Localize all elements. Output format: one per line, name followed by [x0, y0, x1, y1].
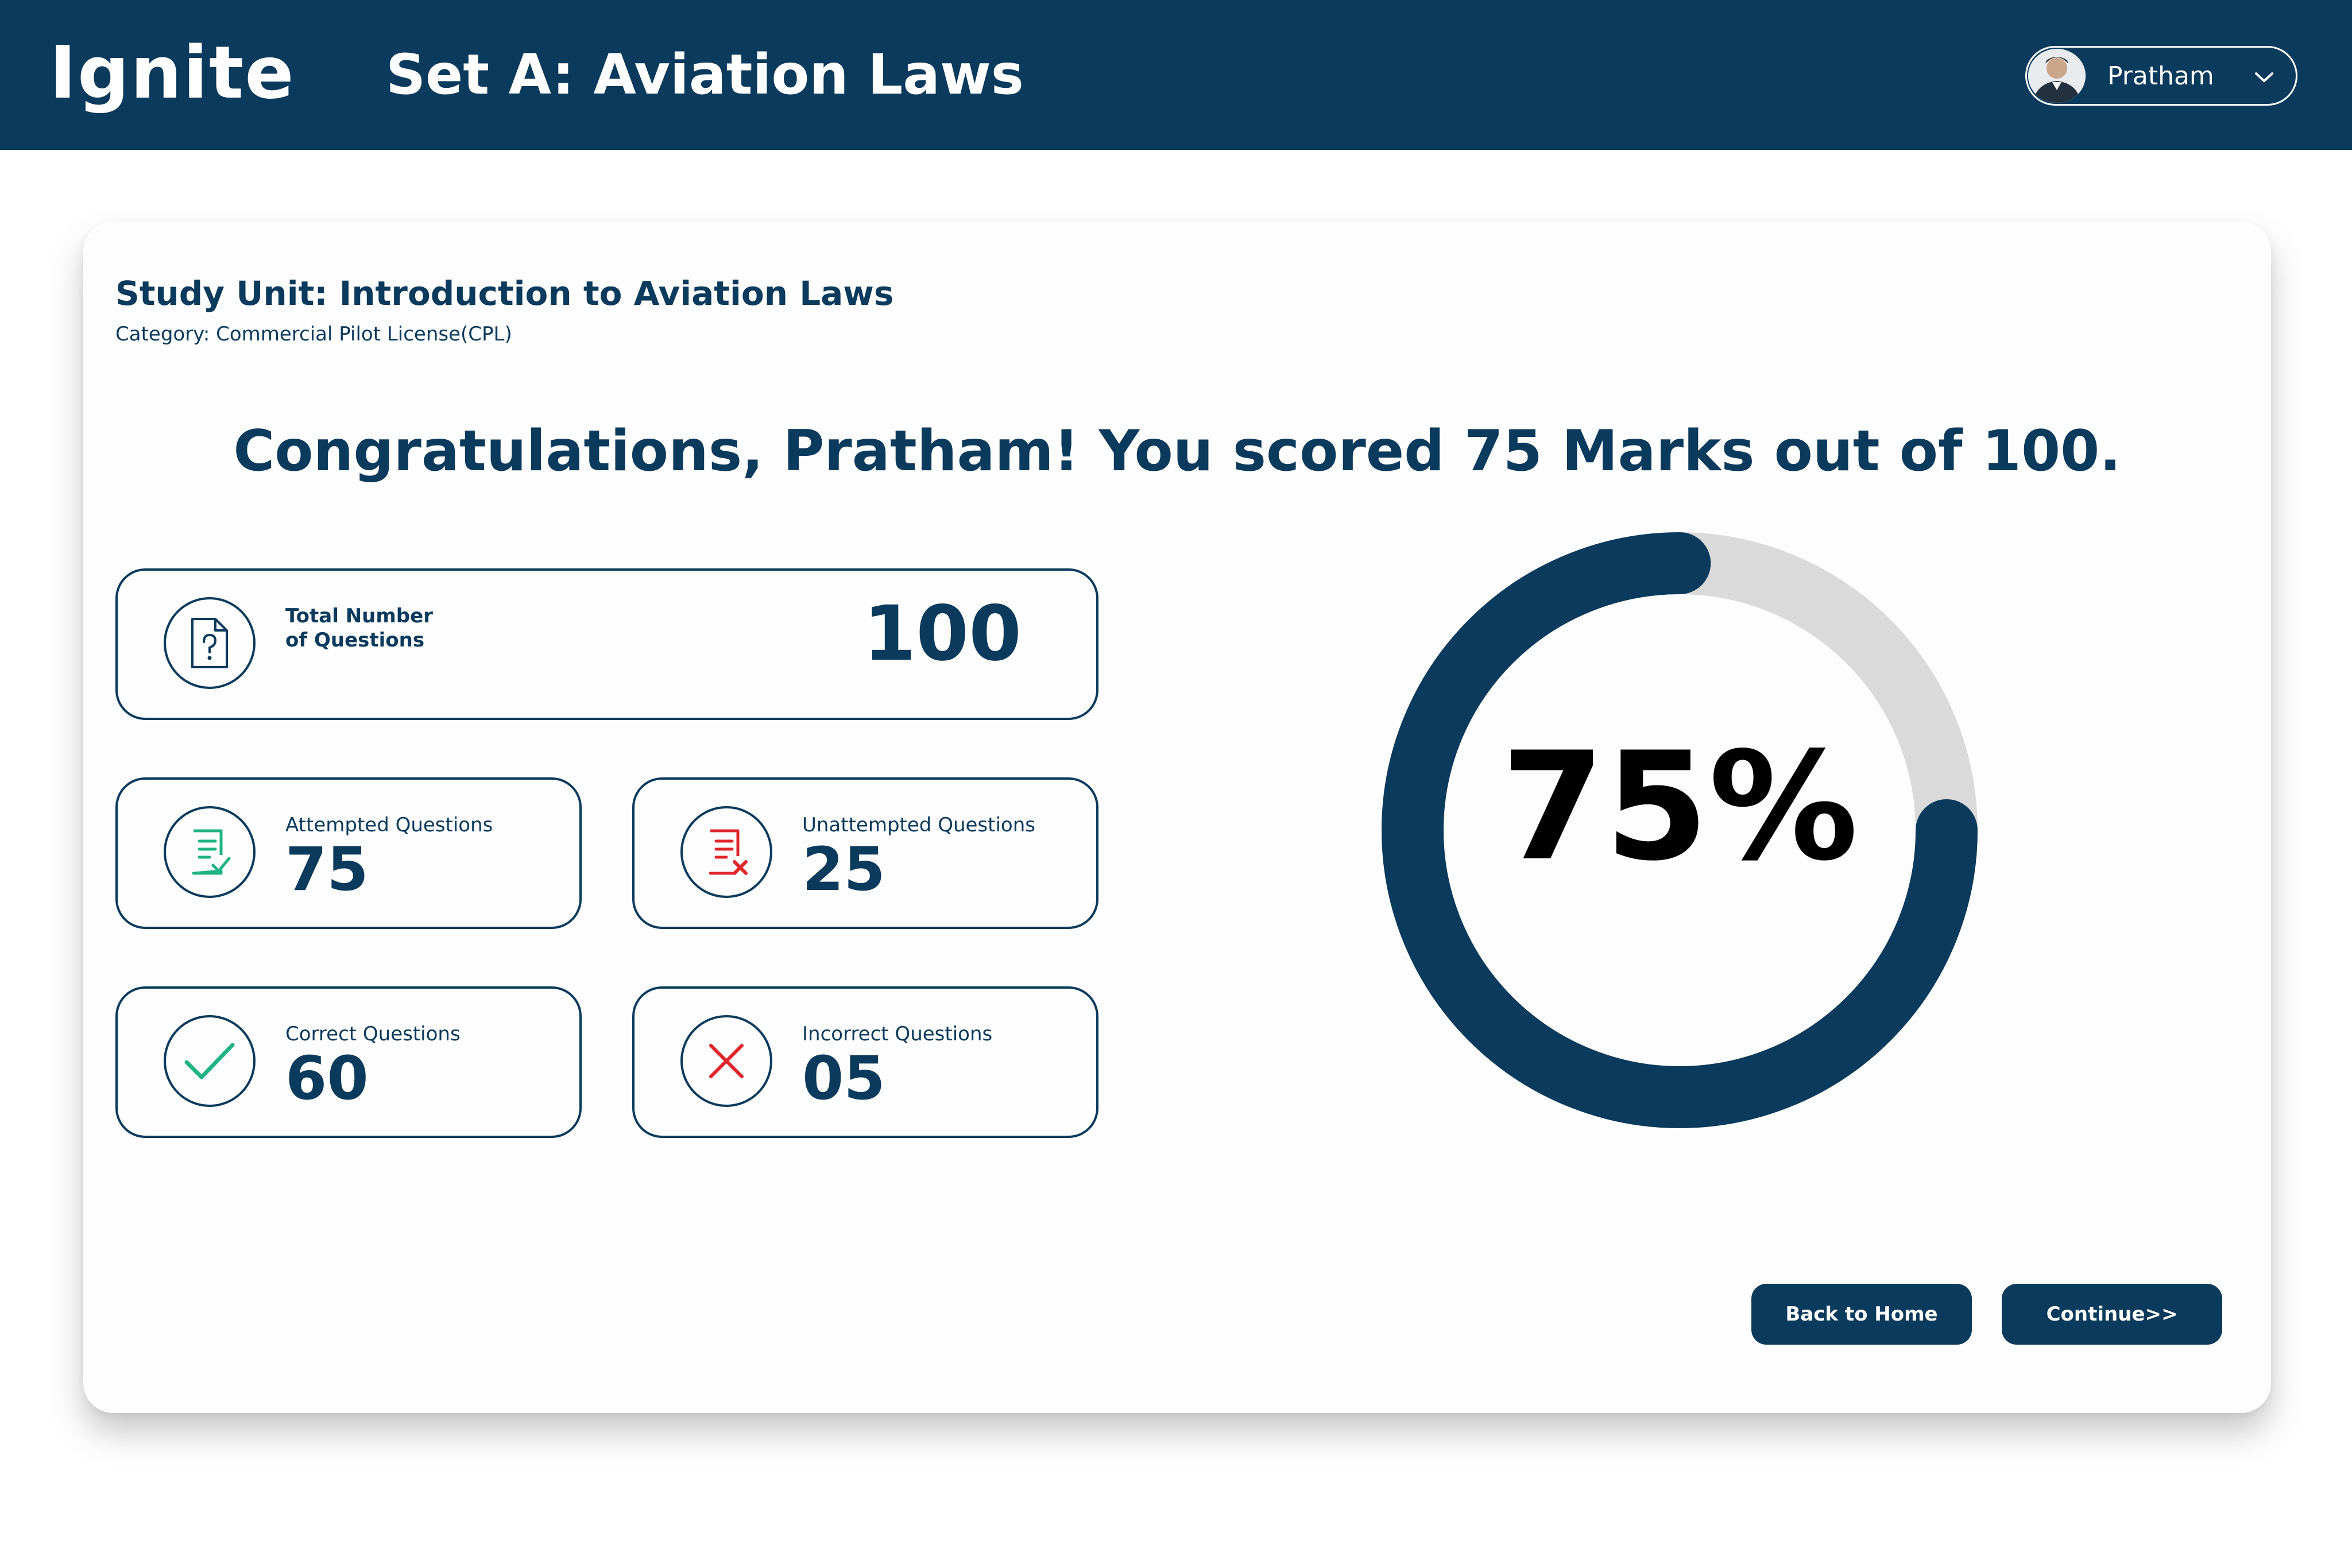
score-percent: 75%: [1500, 721, 1859, 894]
user-avatar: [2028, 49, 2086, 103]
total-questions-card: Total Number of Questions 100: [115, 568, 1098, 720]
close-icon: [680, 1015, 772, 1107]
attempted-questions-label: Attempted Questions: [285, 814, 493, 837]
document-x-icon: [680, 806, 772, 898]
congrats-suffix: .: [2099, 419, 2121, 484]
back-to-home-button[interactable]: Back to Home: [1751, 1284, 1972, 1345]
incorrect-questions-value: 05: [802, 1043, 885, 1113]
continue-button[interactable]: Continue>>: [2002, 1284, 2222, 1345]
user-name: Pratham: [2107, 61, 2214, 91]
result-card: Study Unit: Introduction to Aviation Law…: [83, 222, 2271, 1413]
total-questions-value: 100: [863, 590, 1022, 678]
study-unit-title: Study Unit: Introduction to Aviation Law…: [115, 274, 894, 313]
page-title: Set A: Aviation Laws: [386, 42, 1024, 107]
correct-questions-card: Correct Questions 60: [115, 986, 582, 1138]
checkmark-icon: [164, 1015, 256, 1107]
unattempted-questions-value: 25: [802, 834, 885, 904]
checklist-icon: [164, 806, 256, 898]
max-score-value: 100: [1982, 419, 2100, 484]
correct-questions-label: Correct Questions: [285, 1023, 461, 1046]
app-logo[interactable]: Ignite: [49, 30, 295, 116]
score-value: 75: [1464, 419, 1542, 484]
chevron-down-icon: [2255, 72, 2273, 82]
category-label: Category: Commercial Pilot License(CPL): [115, 323, 512, 346]
top-bar: Ignite Set A: Aviation Laws Pratham: [0, 0, 2352, 150]
correct-questions-value: 60: [285, 1043, 369, 1113]
unattempted-questions-card: Unattempted Questions 25: [632, 777, 1098, 929]
total-questions-label: Total Number of Questions: [285, 605, 433, 652]
question-document-icon: [164, 597, 256, 689]
attempted-questions-card: Attempted Questions 75: [115, 777, 582, 929]
unattempted-questions-label: Unattempted Questions: [802, 814, 1035, 837]
congrats-middle: Marks out of: [1542, 419, 1982, 484]
congrats-text: Congratulations, Pratham! You scored: [233, 419, 1464, 484]
incorrect-questions-card: Incorrect Questions 05: [632, 986, 1098, 1138]
user-menu-button[interactable]: Pratham: [2025, 46, 2297, 106]
attempted-questions-value: 75: [285, 834, 369, 904]
score-message: Congratulations, Pratham! You scored 75 …: [83, 417, 2271, 486]
incorrect-questions-label: Incorrect Questions: [802, 1023, 993, 1046]
